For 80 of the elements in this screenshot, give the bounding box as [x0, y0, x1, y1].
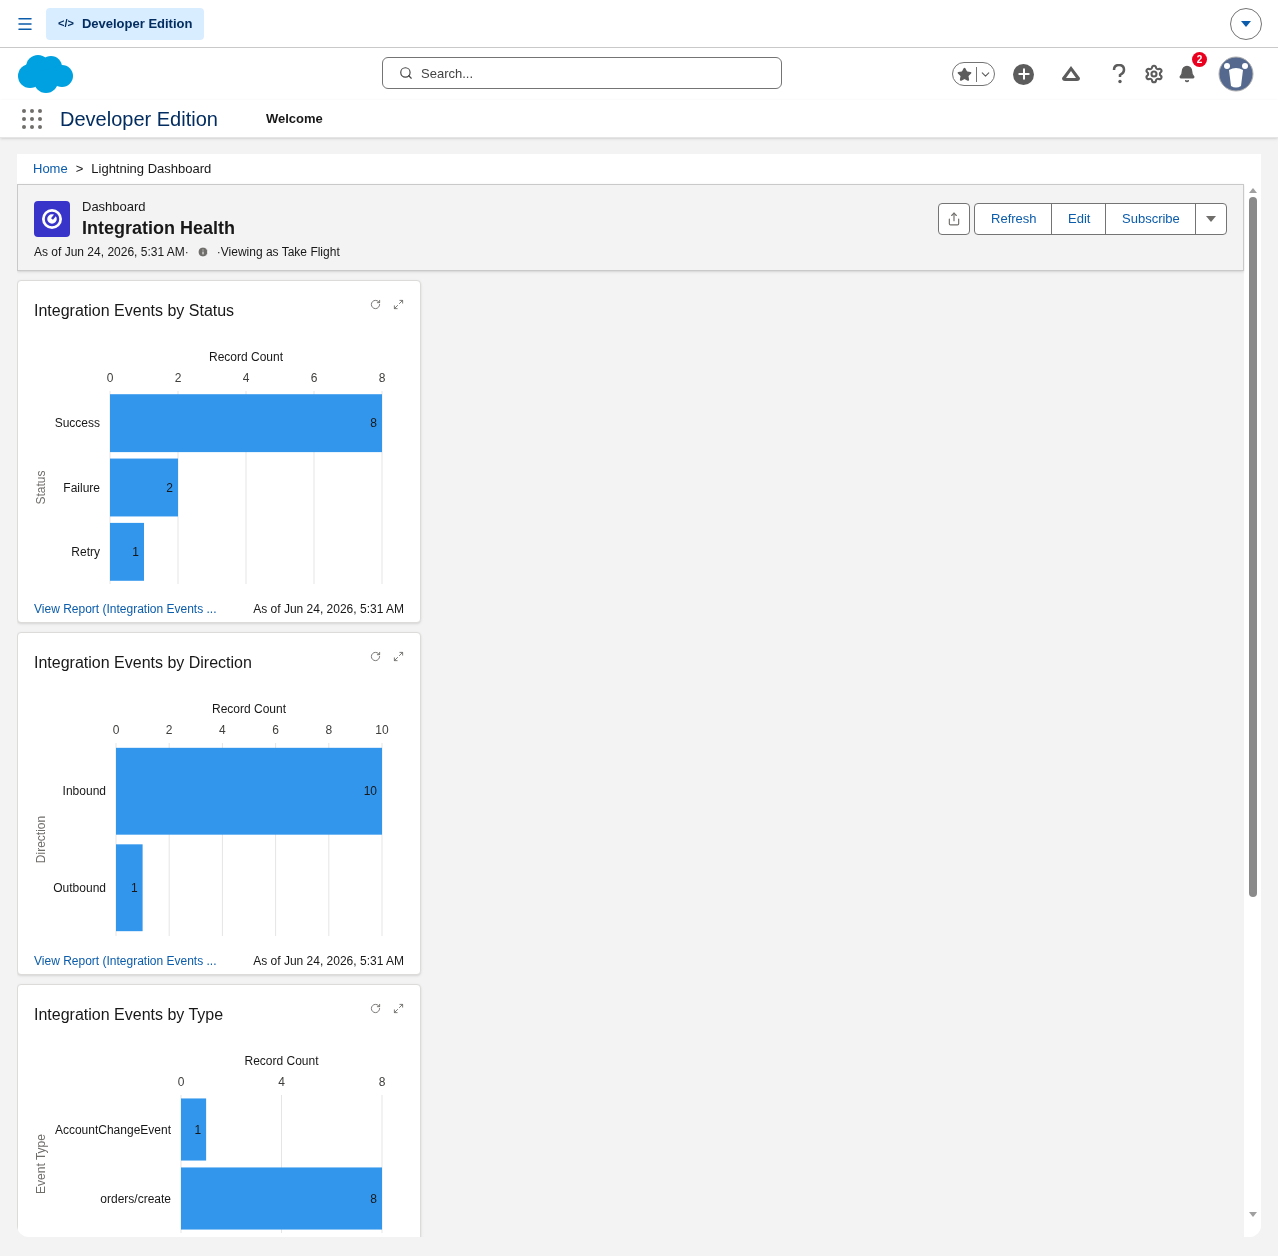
axis-title: Direction — [34, 815, 48, 863]
bar-value-label: 10 — [363, 783, 377, 798]
axis-tick-label: 4 — [278, 1074, 285, 1089]
axis-tick-label: 0 — [106, 370, 114, 385]
axis-title: Record Count — [212, 701, 286, 716]
axis-tick-label: 8 — [325, 722, 333, 737]
search-field[interactable]: Search... — [382, 57, 782, 89]
star-icon — [957, 66, 972, 82]
axis-tick-label: 6 — [272, 722, 279, 737]
refresh-icon[interactable] — [370, 1002, 381, 1014]
axis-tick-label: 8 — [378, 1074, 386, 1089]
refresh-icon[interactable] — [370, 298, 381, 310]
bar — [110, 522, 144, 581]
category-label: AccountChangeEvent — [54, 1122, 171, 1137]
share-icon[interactable] — [938, 203, 970, 235]
axis-title: Record Count — [244, 1053, 319, 1068]
toolbar-button[interactable]: Refresh — [975, 204, 1051, 234]
widget-title: Integration Events by Status — [34, 300, 235, 321]
bar — [181, 1098, 207, 1161]
add-icon[interactable] — [1013, 63, 1034, 85]
category-label: Success — [54, 415, 100, 430]
edition-badge[interactable]: </> Developer Edition — [46, 7, 205, 40]
axis-tick-label: 4 — [219, 722, 226, 737]
expand-icon[interactable] — [393, 1002, 404, 1014]
toolbar-button[interactable]: Subscribe — [1105, 204, 1195, 234]
axis-tick-label: 2 — [165, 722, 173, 737]
app-launcher-icon[interactable] — [22, 108, 42, 129]
code-icon: </> — [58, 15, 74, 32]
refresh-icon[interactable] — [370, 650, 381, 662]
timestamp: As of Jun 24, 2026, 5:31 AM — [253, 952, 404, 970]
axis-tick-label: 6 — [310, 370, 318, 385]
dashboard-icon — [34, 201, 70, 237]
category-label: Failure — [63, 480, 100, 495]
page-title: Lightning Dashboard — [91, 160, 212, 179]
bar-value-label: 2 — [166, 480, 173, 495]
cloud-logo — [16, 54, 74, 94]
bar-value-label: 1 — [130, 880, 138, 895]
axis-tick-label: 8 — [378, 370, 386, 385]
caret-icon — [1241, 20, 1251, 27]
dashboard-type-label: Dashboard — [82, 198, 147, 216]
notification-badge: 2 — [1192, 52, 1207, 67]
settings-icon[interactable] — [1144, 64, 1164, 84]
help-icon[interactable] — [1112, 64, 1126, 84]
breadcrumb-link[interactable]: Home — [33, 159, 68, 179]
category-label: Inbound — [62, 783, 106, 798]
widget-title: Integration Events by Direction — [34, 652, 252, 673]
view-report-link[interactable]: View Report (Integration Events ... — [34, 599, 217, 618]
nav-tab[interactable]: Welcome — [253, 100, 335, 137]
app-name: Developer Edition — [60, 106, 218, 132]
category-label: orders/create — [100, 1191, 171, 1206]
widget-title: Integration Events by Type — [34, 1004, 224, 1025]
bar-value-label: 8 — [370, 415, 377, 430]
axis-tick-label: 2 — [174, 370, 182, 385]
bar — [110, 458, 178, 517]
expand-icon[interactable] — [393, 650, 404, 662]
info-icon[interactable] — [196, 246, 209, 258]
bar-value-label: 1 — [194, 1122, 202, 1137]
timestamp: As of Jun 24, 2026, 5:31 AM — [253, 600, 404, 618]
as-of-text: As of Jun 24, 2026, 5:31 AM· — [34, 244, 189, 261]
avatar-icon[interactable] — [1218, 56, 1254, 92]
axis-tick-label: 0 — [177, 1074, 185, 1089]
badge-label: Developer Edition — [81, 14, 193, 33]
notifications-icon[interactable] — [1178, 65, 1196, 83]
expand-icon[interactable] — [393, 298, 404, 310]
axis-title: Status — [34, 470, 48, 505]
category-label: Outbound — [53, 880, 106, 895]
bar-value-label: 1 — [132, 544, 139, 559]
toolbar-button[interactable]: Edit — [1051, 204, 1105, 234]
view-report-link[interactable]: View Report (Integration Events ... — [34, 951, 217, 970]
axis-title: Event Type — [34, 1133, 48, 1194]
category-label: Retry — [71, 544, 100, 559]
dashboard-title: Integration Health — [82, 216, 235, 239]
breadcrumb-separator: > — [75, 160, 84, 179]
bar-value-label: 8 — [370, 1191, 377, 1206]
axis-title: Record Count — [209, 349, 283, 364]
axis-tick-label: 4 — [242, 370, 250, 385]
viewing-as-text: ·Viewing as Take Flight — [216, 244, 340, 261]
search-icon — [399, 66, 413, 80]
axis-tick-label: 10 — [375, 722, 389, 737]
axis-tick-label: 0 — [112, 722, 120, 737]
